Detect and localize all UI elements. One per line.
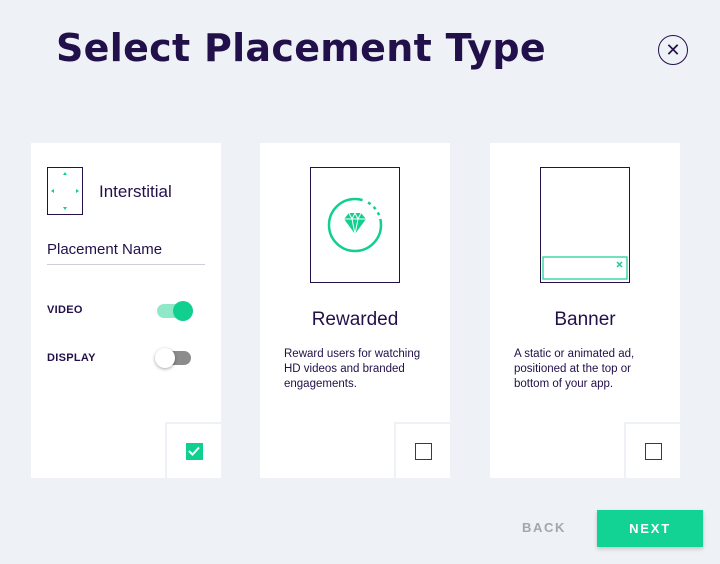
- toggle-knob: [173, 301, 193, 321]
- interstitial-checkbox[interactable]: [185, 442, 203, 460]
- display-label: DISPLAY: [47, 352, 96, 364]
- toggle-knob: [155, 348, 175, 368]
- rewarded-preview: [310, 167, 400, 283]
- select-panel-banner: [624, 422, 680, 478]
- back-button[interactable]: BACK: [512, 520, 576, 535]
- rewarded-description: Reward users for watching HD videos and …: [284, 348, 421, 390]
- check-icon: [188, 446, 200, 456]
- select-panel-rewarded: [394, 422, 450, 478]
- video-label: VIDEO: [47, 304, 83, 316]
- interstitial-icon: [47, 167, 83, 215]
- banner-preview: [540, 167, 630, 283]
- close-icon: ✕: [665, 40, 681, 60]
- banner-description: A static or animated ad, positioned at t…: [514, 348, 635, 390]
- video-toggle[interactable]: [157, 301, 193, 321]
- placement-name-field[interactable]: Placement Name: [47, 241, 205, 265]
- banner-title: Banner: [554, 309, 616, 330]
- banner-card[interactable]: Banner A static or animated ad, position…: [490, 143, 680, 478]
- page-title: Select Placement Type: [56, 26, 546, 70]
- diamond-icon: [327, 197, 383, 253]
- rewarded-title: Rewarded: [311, 309, 399, 330]
- close-button[interactable]: ✕: [658, 35, 688, 65]
- rewarded-checkbox[interactable]: [414, 442, 432, 460]
- interstitial-label: Interstitial: [99, 182, 172, 201]
- interstitial-card[interactable]: Interstitial Placement Name VIDEO DISPLA…: [31, 143, 221, 478]
- select-panel-interstitial: [165, 422, 221, 478]
- next-button[interactable]: NEXT: [597, 510, 703, 547]
- display-toggle[interactable]: [155, 348, 191, 368]
- banner-checkbox[interactable]: [644, 442, 662, 460]
- rewarded-card[interactable]: Rewarded Reward users for watching HD vi…: [260, 143, 450, 478]
- banner-icon: [542, 256, 628, 280]
